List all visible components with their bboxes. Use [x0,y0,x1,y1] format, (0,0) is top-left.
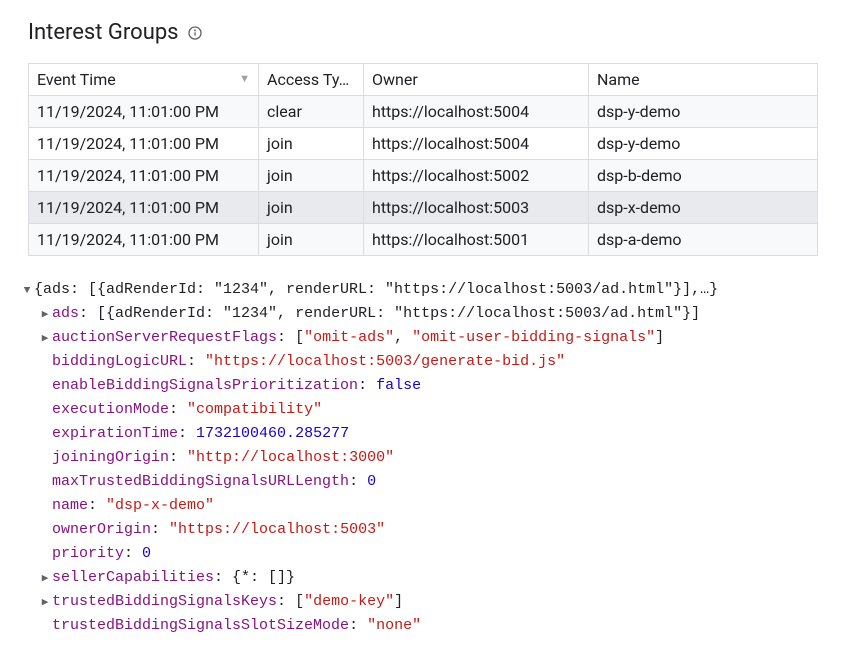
tree-root[interactable]: ▼ {ads: [{adRenderId: "1234", renderURL:… [20,278,821,302]
cell-name: dsp-y-demo [589,128,818,160]
cell-owner: https://localhost:5002 [364,160,589,192]
tree-node-priority[interactable]: ▶ priority: 0 [20,542,821,566]
tree-value: 1732100460.285277 [196,425,349,442]
tree-key: joiningOrigin [52,449,169,466]
tree-key: priority [52,545,124,562]
cell-name: dsp-y-demo [589,96,818,128]
table-row[interactable]: 11/19/2024, 11:01:00 PMclearhttps://loca… [29,96,818,128]
tree-value: "https://localhost:5003" [169,521,385,538]
tree-node-name[interactable]: ▶ name: "dsp-x-demo" [20,494,821,518]
cell-name: dsp-b-demo [589,160,818,192]
cell-owner: https://localhost:5003 [364,192,589,224]
col-header-access-type[interactable]: Access Ty… [259,64,364,96]
cell-time: 11/19/2024, 11:01:00 PM [29,192,259,224]
events-table: Event Time ▼ Access Ty… Owner Name 11/19… [28,63,818,256]
cell-owner: https://localhost:5001 [364,224,589,256]
tree-key: trustedBiddingSignalsSlotSizeMode [52,617,349,634]
col-header-owner[interactable]: Owner [364,64,589,96]
info-icon[interactable] [187,25,203,41]
tree-node-bidding-logic-url[interactable]: ▶ biddingLogicURL: "https://localhost:50… [20,350,821,374]
tree-value: {*: []} [232,569,295,586]
tree-value: ["omit-ads", "omit-user-bidding-signals"… [295,329,664,346]
cell-type: clear [259,96,364,128]
tree-node-trusted-bidding-signals-keys[interactable]: ▶ trustedBiddingSignalsKeys: ["demo-key"… [20,590,821,614]
table-header-row: Event Time ▼ Access Ty… Owner Name [29,64,818,96]
cell-time: 11/19/2024, 11:01:00 PM [29,160,259,192]
disclosure-closed-icon[interactable]: ▶ [38,571,52,589]
tree-key: enableBiddingSignalsPrioritization [52,377,358,394]
cell-time: 11/19/2024, 11:01:00 PM [29,128,259,160]
disclosure-open-icon[interactable]: ▼ [20,283,34,301]
tree-key: ownerOrigin [52,521,151,538]
tree-key: maxTrustedBiddingSignalsURLLength [52,473,349,490]
cell-name: dsp-a-demo [589,224,818,256]
cell-owner: https://localhost:5004 [364,96,589,128]
cell-type: join [259,224,364,256]
table-row[interactable]: 11/19/2024, 11:01:00 PMjoinhttps://local… [29,224,818,256]
cell-name: dsp-x-demo [589,192,818,224]
page-title: Interest Groups [28,20,179,45]
tree-value: "https://localhost:5003/generate-bid.js" [205,353,565,370]
tree-node-execution-mode[interactable]: ▶ executionMode: "compatibility" [20,398,821,422]
tree-key: sellerCapabilities [52,569,214,586]
tree-value: [{adRenderId: "1234", renderURL: "https:… [97,305,700,322]
tree-value: false [376,377,421,394]
tree-key: expirationTime [52,425,178,442]
tree-value: 0 [142,545,151,562]
tree-node-max-trusted-bidding-signals-url-length[interactable]: ▶ maxTrustedBiddingSignalsURLLength: 0 [20,470,821,494]
tree-node-trusted-bidding-signals-slot-size-mode[interactable]: ▶ trustedBiddingSignalsSlotSizeMode: "no… [20,614,821,638]
tree-node-ads[interactable]: ▶ ads: [{adRenderId: "1234", renderURL: … [20,302,821,326]
cell-time: 11/19/2024, 11:01:00 PM [29,224,259,256]
disclosure-closed-icon[interactable]: ▶ [38,307,52,325]
tree-key: biddingLogicURL [52,353,187,370]
tree-value: "none" [367,617,421,634]
col-header-label: Event Time [37,70,116,89]
tree-key: ads [52,305,79,322]
table-row[interactable]: 11/19/2024, 11:01:00 PMjoinhttps://local… [29,160,818,192]
tree-key: trustedBiddingSignalsKeys [52,593,277,610]
table-row[interactable]: 11/19/2024, 11:01:00 PMjoinhttps://local… [29,192,818,224]
tree-value: 0 [367,473,376,490]
cell-time: 11/19/2024, 11:01:00 PM [29,96,259,128]
tree-node-expiration-time[interactable]: ▶ expirationTime: 1732100460.285277 [20,422,821,446]
object-inspector: ▼ {ads: [{adRenderId: "1234", renderURL:… [20,278,821,638]
tree-value: "http://localhost:3000" [187,449,394,466]
tree-root-summary: {ads: [{adRenderId: "1234", renderURL: "… [34,278,718,302]
table-row[interactable]: 11/19/2024, 11:01:00 PMjoinhttps://local… [29,128,818,160]
tree-node-seller-capabilities[interactable]: ▶ sellerCapabilities: {*: []} [20,566,821,590]
tree-key: auctionServerRequestFlags [52,329,277,346]
tree-value: "compatibility" [187,401,322,418]
disclosure-closed-icon[interactable]: ▶ [38,331,52,349]
cell-type: join [259,128,364,160]
tree-node-owner-origin[interactable]: ▶ ownerOrigin: "https://localhost:5003" [20,518,821,542]
col-header-event-time[interactable]: Event Time ▼ [29,64,259,96]
sort-desc-icon: ▼ [239,72,250,85]
tree-value: ["demo-key"] [295,593,403,610]
tree-node-enable-bidding-signals-prioritization[interactable]: ▶ enableBiddingSignalsPrioritization: fa… [20,374,821,398]
cell-type: join [259,160,364,192]
tree-key: name [52,497,88,514]
col-header-name[interactable]: Name [589,64,818,96]
tree-node-auction-server-request-flags[interactable]: ▶ auctionServerRequestFlags: ["omit-ads"… [20,326,821,350]
tree-node-joining-origin[interactable]: ▶ joiningOrigin: "http://localhost:3000" [20,446,821,470]
tree-key: executionMode [52,401,169,418]
cell-owner: https://localhost:5004 [364,128,589,160]
panel-header: Interest Groups [28,20,821,45]
disclosure-closed-icon[interactable]: ▶ [38,595,52,613]
cell-type: join [259,192,364,224]
tree-value: "dsp-x-demo" [106,497,214,514]
